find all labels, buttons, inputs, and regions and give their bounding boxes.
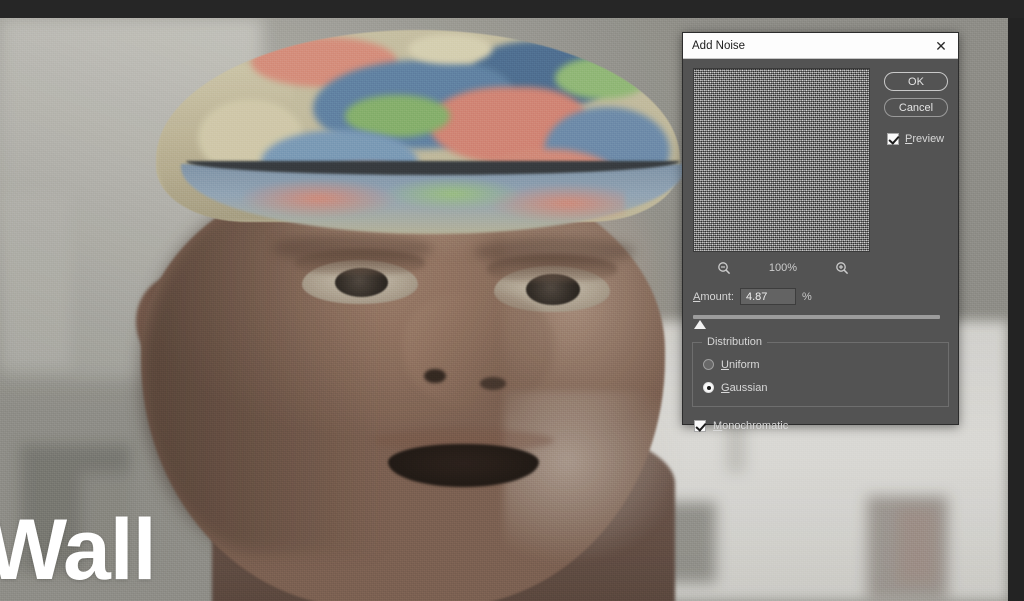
amount-slider[interactable]	[693, 314, 940, 330]
monochromatic-label: Monochromatic	[713, 420, 788, 432]
amount-label: Amount:	[693, 291, 734, 303]
nostril	[424, 368, 446, 383]
caption-text: Wall	[0, 502, 157, 598]
zoom-controls-row: 100%	[693, 260, 873, 276]
radio-gaussian-label: Gaussian	[721, 382, 767, 394]
radio-button[interactable]	[703, 382, 714, 393]
amount-input[interactable]: 4.87	[739, 288, 796, 305]
add-noise-dialog[interactable]: Add Noise ✕ OK Cancel Preview 100% Amoun…	[682, 32, 959, 432]
radio-uniform[interactable]: Uniform	[703, 356, 938, 373]
preview-and-buttons-row: OK Cancel Preview	[693, 68, 948, 252]
amount-unit-label: %	[801, 290, 812, 303]
distribution-legend: Distribution	[702, 336, 768, 348]
radio-gaussian[interactable]: Gaussian	[703, 379, 938, 396]
slider-thumb[interactable]	[694, 320, 706, 329]
distribution-group: Distribution Uniform Gaussian	[692, 336, 949, 407]
preview-checkbox[interactable]: Preview	[884, 133, 944, 145]
accel-letter: M	[713, 420, 723, 432]
beard-stubble	[504, 391, 686, 566]
monochromatic-checkbox[interactable]: Monochromatic	[694, 420, 948, 432]
cap-brim-pattern	[241, 175, 625, 223]
amount-row: Amount: 4.87 %	[693, 288, 948, 305]
nostril	[479, 377, 506, 390]
dialog-body: OK Cancel Preview 100% Amount: 4.87 % Di…	[683, 59, 958, 432]
eyelid	[486, 253, 617, 282]
accel-letter: G	[721, 381, 730, 394]
eyelid	[295, 248, 426, 275]
accel-letter: U	[721, 358, 729, 371]
dialog-buttons-column: OK Cancel Preview	[884, 68, 948, 252]
zoom-in-icon[interactable]	[834, 260, 850, 276]
zoom-percentage: 100%	[768, 262, 798, 274]
noise-preview-content	[694, 69, 869, 251]
label-rest: onochromatic	[722, 420, 789, 432]
checkbox-box[interactable]	[887, 133, 899, 145]
radio-button[interactable]	[703, 359, 714, 370]
label-rest: aussian	[729, 381, 768, 394]
top-chrome-bar	[0, 0, 1024, 18]
slider-track[interactable]	[693, 315, 940, 319]
close-icon[interactable]: ✕	[930, 35, 952, 57]
dialog-titlebar[interactable]: Add Noise ✕	[683, 33, 958, 59]
label-rest: niform	[728, 358, 760, 371]
ok-button[interactable]: OK	[884, 72, 948, 91]
cap-pattern-blob	[554, 56, 649, 99]
radio-uniform-label: Uniform	[721, 359, 760, 371]
checkbox-box[interactable]	[694, 420, 706, 432]
cap-pattern-blob	[407, 33, 492, 65]
preview-checkbox-label: Preview	[905, 133, 944, 145]
eye-left	[295, 248, 426, 304]
cancel-button[interactable]: Cancel	[884, 98, 948, 117]
app-window: Wall Add Noise ✕ OK Cancel Preview 100% …	[0, 0, 1024, 601]
noise-preview-thumbnail[interactable]	[693, 68, 870, 252]
dialog-title: Add Noise	[692, 39, 746, 52]
label-rest: review	[912, 133, 945, 145]
label-rest: mount:	[700, 290, 734, 303]
zoom-out-icon[interactable]	[716, 260, 732, 276]
